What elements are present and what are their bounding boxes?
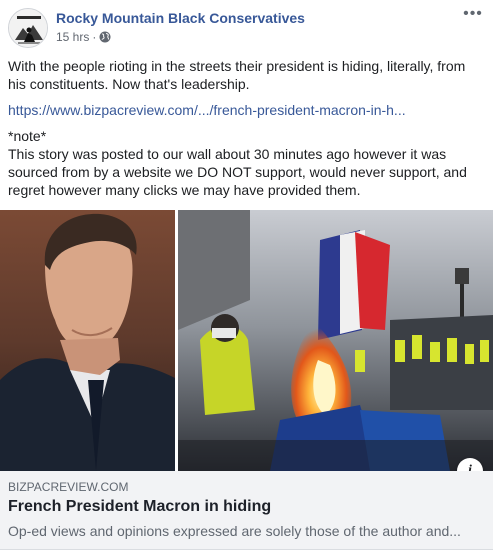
macron-riot-photo xyxy=(0,210,493,471)
note-text: This story was posted to our wall about … xyxy=(8,146,467,198)
meta-separator: · xyxy=(92,30,97,44)
post-body-text: With the people rioting in the streets t… xyxy=(8,58,466,92)
globe-icon[interactable] xyxy=(99,31,111,43)
avatar-logo-image xyxy=(9,9,47,47)
link-preview-card[interactable]: BIZPACREVIEW.COM French President Macron… xyxy=(0,471,493,550)
link-preview-image[interactable] xyxy=(0,210,493,471)
page-name-link[interactable]: Rocky Mountain Black Conservatives xyxy=(56,10,305,26)
page-avatar[interactable] xyxy=(8,8,48,48)
preview-description: Op-ed views and opinions expressed are s… xyxy=(8,523,461,539)
preview-headline[interactable]: French President Macron in hiding xyxy=(8,498,271,516)
post-note: *note* This story was posted to our wall… xyxy=(8,127,479,199)
post-timestamp[interactable]: 15 hrs xyxy=(56,30,89,44)
post-meta: 15 hrs · xyxy=(56,30,111,44)
preview-domain: BIZPACREVIEW.COM xyxy=(8,480,129,494)
facebook-post: Rocky Mountain Black Conservatives 15 hr… xyxy=(0,0,493,554)
post-link[interactable]: https://www.bizpacreview.com/.../french-… xyxy=(8,101,479,119)
note-label: *note* xyxy=(8,128,47,144)
ellipsis-icon: ••• xyxy=(463,5,483,22)
more-options-button[interactable]: ••• xyxy=(461,5,485,22)
